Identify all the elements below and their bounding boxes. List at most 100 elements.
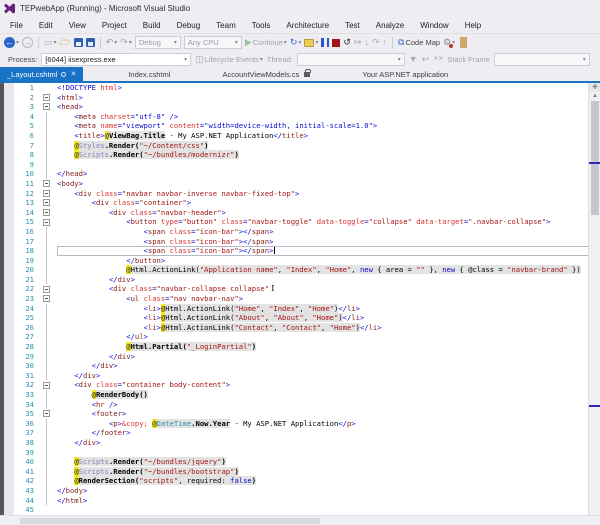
code-line[interactable]: <meta charset="utf-8" /> (57, 112, 600, 122)
restart-button[interactable]: ↺ (343, 38, 351, 47)
code-line[interactable]: </head> (57, 169, 600, 179)
code-line[interactable]: <span class="icon-bar"></span> (57, 246, 600, 256)
code-line[interactable]: </button> (57, 256, 600, 266)
code-line[interactable] (57, 505, 600, 515)
code-line[interactable]: <div class="navbar navbar-inverse navbar… (57, 189, 600, 199)
code-line[interactable]: </div> (57, 371, 600, 381)
code-line[interactable]: <body> (57, 179, 600, 189)
code-line[interactable]: <span class="icon-bar"></span> (57, 237, 600, 247)
flag-threads-icon[interactable]: ↩ (422, 54, 430, 64)
filter-threads-icon[interactable]: ▼ (409, 54, 418, 64)
code-map-button[interactable]: ⧉ Code Map (398, 38, 440, 48)
menu-item-window[interactable]: Window (412, 19, 456, 32)
menu-item-test[interactable]: Test (337, 19, 368, 32)
code-line[interactable]: @Styles.Render("~/Content/css") (57, 140, 600, 151)
code-line[interactable]: @Scripts.Render("~/bundles/jquery") (57, 457, 600, 467)
scrollbar-thumb[interactable] (591, 101, 599, 215)
code-line[interactable]: <li>@Html.ActionLink("Home", "Index", "H… (57, 303, 600, 314)
menu-item-file[interactable]: File (2, 19, 31, 32)
redo-button[interactable]: ↷ ▾ (120, 38, 132, 47)
menu-item-debug[interactable]: Debug (169, 19, 209, 32)
scrollbar-up-icon[interactable]: ▲ (589, 93, 600, 99)
tab-your-asp-net-application[interactable]: Your ASP.NET application (355, 67, 455, 81)
menu-item-edit[interactable]: Edit (31, 19, 61, 32)
horizontal-scrollbar[interactable] (0, 515, 600, 525)
code-line[interactable]: <footer> (57, 409, 600, 419)
fold-collapse-icon[interactable] (40, 179, 52, 189)
code-line[interactable]: <hr /> (57, 400, 600, 410)
tab--layout-cshtml[interactable]: _Layout.cshtml ✕ (0, 67, 84, 81)
fold-collapse-icon[interactable] (40, 189, 52, 199)
refresh-button[interactable]: ↻ ▾ (290, 38, 302, 47)
fold-collapse-icon[interactable] (40, 380, 52, 390)
code-line[interactable]: <head> (57, 102, 600, 112)
code-line[interactable]: <li>@Html.ActionLink("About", "About", "… (57, 313, 600, 323)
code-line[interactable]: @RenderSection("scripts", required: fals… (57, 476, 600, 486)
navigate-forward-button[interactable]: → (22, 37, 34, 48)
menu-item-tools[interactable]: Tools (244, 19, 279, 32)
code-line[interactable]: </div> (57, 361, 600, 371)
step-out-button[interactable]: ↑ (383, 38, 388, 47)
tab-index-cshtml[interactable]: Index.cshtml (121, 67, 177, 81)
code-area[interactable]: <!DOCTYPE html> <html> <head> <meta charse… (52, 83, 600, 525)
step-into-button[interactable]: ↓ (364, 38, 369, 47)
process-select[interactable]: [6044] iisexpress.exe ▾ (41, 52, 192, 66)
menu-item-architecture[interactable]: Architecture (278, 19, 337, 32)
fold-collapse-icon[interactable] (40, 93, 52, 103)
horizontal-scrollbar-thumb[interactable] (20, 518, 320, 524)
code-line[interactable] (57, 160, 600, 170)
fold-collapse-icon[interactable] (40, 294, 52, 304)
splitter-handle-icon[interactable]: ✚ (589, 83, 600, 92)
stop-button[interactable] (332, 38, 341, 47)
menu-item-project[interactable]: Project (94, 19, 135, 32)
save-all-button[interactable] (85, 38, 95, 47)
fold-collapse-icon[interactable] (40, 409, 52, 419)
code-line[interactable]: @Scripts.Render("~/bundles/bootstrap") (57, 466, 600, 477)
open-file-button[interactable]: 🗁︎ (60, 38, 71, 47)
code-line[interactable]: @Html.Partial("_LoginPartial") (57, 342, 600, 352)
code-line[interactable]: <div class="container"> (57, 198, 600, 208)
code-line[interactable]: </div> (57, 438, 600, 448)
close-icon[interactable]: ✕ (70, 70, 76, 78)
code-line[interactable]: </body> (57, 486, 600, 496)
code-folding-margin[interactable] (40, 83, 52, 525)
comment-button[interactable]: ▾ (304, 38, 318, 47)
fold-collapse-icon[interactable] (40, 198, 52, 208)
code-line[interactable]: <button type="button" class="navbar-togg… (57, 217, 600, 227)
menu-item-help[interactable]: Help (457, 19, 489, 32)
code-line[interactable]: <div class="navbar-header"> (57, 208, 600, 218)
fold-collapse-icon[interactable] (40, 102, 52, 112)
continue-button[interactable]: ▶ Continue ▾ (245, 38, 287, 48)
code-line[interactable]: </footer> (57, 428, 600, 438)
stack-frame-select[interactable]: ▾ (493, 52, 590, 66)
code-line[interactable]: @Html.ActionLink("Application name", "In… (57, 265, 600, 275)
menu-item-build[interactable]: Build (135, 19, 169, 32)
vertical-scrollbar[interactable]: ✚ ▲ (588, 83, 600, 515)
code-line[interactable]: <p>&copy; @DateTime.Now.Year - My ASP.NE… (57, 418, 600, 429)
navigate-back-button[interactable]: ← ▾ (4, 37, 19, 48)
code-line[interactable]: </ul> (57, 332, 600, 342)
code-line[interactable]: <meta name="viewport" content="width=dev… (57, 121, 600, 131)
code-line[interactable]: </div> (57, 275, 600, 285)
undo-button[interactable]: ↶ ▾ (106, 38, 118, 47)
lifecycle-events-button[interactable]: ◫ Lifecycle Events ▾ (195, 54, 263, 64)
breakpoint-margin[interactable] (4, 83, 14, 525)
code-line[interactable]: </div> (57, 352, 600, 362)
thread-select[interactable]: ▾ (296, 52, 405, 66)
code-line[interactable]: <div class="container body-content"> (57, 380, 600, 390)
new-file-button[interactable]: ▭ ▾ (44, 38, 57, 47)
menu-item-team[interactable]: Team (208, 19, 244, 32)
diagnostic-tools-button[interactable]: ⚙ ▾ (443, 37, 455, 48)
suspend-threads-icon[interactable]: ✕✕ (433, 55, 443, 64)
fold-collapse-icon[interactable] (40, 208, 52, 218)
code-line[interactable]: @RenderBody() (57, 390, 600, 400)
pause-button[interactable] (321, 38, 330, 47)
fold-collapse-icon[interactable] (40, 284, 52, 294)
show-next-statement-button[interactable]: ↦ (354, 38, 362, 47)
save-button[interactable] (73, 38, 83, 47)
debug-configuration-select[interactable]: Debug ▾ (134, 36, 181, 49)
code-line[interactable]: <div class="navbar-collapse collapse" I (57, 284, 600, 294)
step-over-button[interactable]: ↷ (372, 38, 380, 47)
code-line[interactable]: <!DOCTYPE html> (57, 83, 600, 93)
code-line[interactable]: <html> (57, 93, 600, 103)
